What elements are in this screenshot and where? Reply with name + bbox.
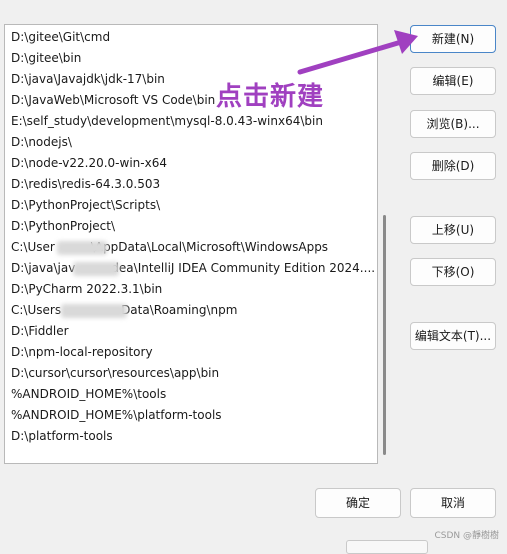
- new-button[interactable]: 新建(N): [410, 25, 496, 53]
- path-item[interactable]: D:\gitee\bin: [11, 48, 81, 69]
- move-up-button[interactable]: 上移(U): [410, 216, 496, 244]
- edit-button[interactable]: 编辑(E): [410, 67, 496, 95]
- path-item[interactable]: D:\platform-tools: [11, 426, 113, 447]
- redaction-blur: [61, 304, 127, 318]
- path-item[interactable]: D:\npm-local-repository: [11, 342, 153, 363]
- path-item[interactable]: D:\Fiddler: [11, 321, 69, 342]
- path-item[interactable]: D:\nodejs\: [11, 132, 72, 153]
- path-item[interactable]: %ANDROID_HOME%\platform-tools: [11, 405, 222, 426]
- path-item[interactable]: D:\gitee\Git\cmd: [11, 27, 110, 48]
- delete-button[interactable]: 删除(D): [410, 152, 496, 180]
- path-item[interactable]: E:\self_study\development\mysql-8.0.43-w…: [11, 111, 323, 132]
- annotation-label: 点击新建: [216, 82, 325, 112]
- partial-button-edge: [346, 540, 428, 554]
- path-item[interactable]: D:\cursor\cursor\resources\app\bin: [11, 363, 219, 384]
- path-item[interactable]: D:\PythonProject\: [11, 216, 115, 237]
- path-item[interactable]: D:\redis\redis-64.3.0.503: [11, 174, 160, 195]
- path-item[interactable]: %ANDROID_HOME%\tools: [11, 384, 166, 405]
- watermark: CSDN @靜樹樹: [434, 531, 499, 541]
- scrollbar-thumb[interactable]: [383, 215, 386, 455]
- path-item[interactable]: D:\JavaWeb\Microsoft VS Code\bin: [11, 90, 215, 111]
- path-item[interactable]: D:\PythonProject\Scripts\: [11, 195, 160, 216]
- redaction-blur: [73, 262, 119, 276]
- path-item[interactable]: D:\java\Javajdk\jdk-17\bin: [11, 69, 165, 90]
- redaction-blur: [57, 241, 107, 255]
- ok-button[interactable]: 确定: [315, 488, 401, 518]
- edit-text-button[interactable]: 编辑文本(T)...: [410, 322, 496, 350]
- path-item[interactable]: D:\node-v22.20.0-win-x64: [11, 153, 167, 174]
- list-scrollbar[interactable]: [380, 24, 392, 464]
- browse-button[interactable]: 浏览(B)...: [410, 110, 496, 138]
- path-item[interactable]: D:\PyCharm 2022.3.1\bin: [11, 279, 162, 300]
- cancel-button[interactable]: 取消: [410, 488, 496, 518]
- move-down-button[interactable]: 下移(O): [410, 258, 496, 286]
- path-item[interactable]: D:\java\jav dea\IntelliJ IDEA Community …: [11, 258, 375, 279]
